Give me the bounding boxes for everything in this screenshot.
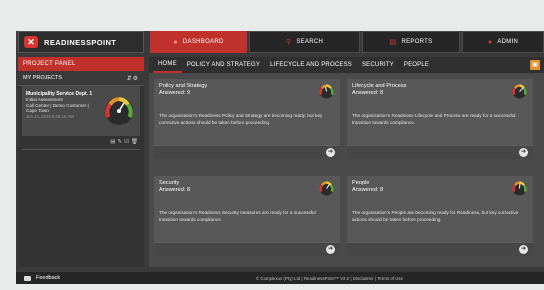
- card-description: The organisation's Readiness Policy and …: [159, 113, 323, 125]
- card-title: People: [352, 180, 370, 186]
- reports-icon: ▤: [389, 38, 397, 46]
- admin-icon: ●: [487, 38, 493, 46]
- flag-icon[interactable]: ▣: [530, 60, 540, 70]
- card-footer: ➜: [347, 145, 533, 159]
- gauge-icon: [512, 84, 527, 99]
- nav-reports-label: REPORTS: [401, 39, 433, 45]
- card-answered: Answered: 9: [159, 90, 191, 96]
- card-footer: ➜: [154, 145, 340, 159]
- dashboard-panel: HOME POLICY AND STRATEGY LIFECYCLE AND P…: [149, 57, 544, 267]
- card-title: Policy and Strategy: [159, 83, 208, 89]
- card-answered: Answered: 8: [352, 90, 384, 96]
- arrow-right-icon[interactable]: ➜: [519, 245, 528, 254]
- brand-name: READINESSPOINT: [44, 37, 117, 47]
- nav-admin-label: ADMIN: [497, 39, 519, 45]
- card-security: Security Answered: 8 The organisation's …: [154, 176, 340, 256]
- gauge-icon: [512, 181, 527, 196]
- feedback-icon[interactable]: [24, 275, 31, 281]
- card-description: The organisation's Readiness Security me…: [159, 210, 316, 222]
- card-answered: Answered: 8: [352, 187, 384, 193]
- card-answered: Answered: 8: [159, 187, 191, 193]
- tab-lifecycle-and-process[interactable]: LIFECYCLE AND PROCESS: [265, 57, 357, 73]
- card-people: People Answered: 8 The organisation's Pe…: [347, 176, 533, 256]
- project-tools: ⇵⚙: [127, 75, 139, 82]
- nav-reports-button[interactable]: ▤ REPORTS: [362, 31, 460, 53]
- card-footer: ➜: [347, 242, 533, 256]
- card-title: Lifecycle and Process: [352, 83, 407, 89]
- tab-people[interactable]: PEOPLE: [399, 57, 434, 73]
- arrow-right-icon[interactable]: ➜: [326, 245, 335, 254]
- nav-search-button[interactable]: ⚲ SEARCH: [249, 31, 360, 53]
- x-logo-icon: ✕: [24, 36, 38, 48]
- gauge-icon: [319, 84, 334, 99]
- tab-security[interactable]: SECURITY: [357, 57, 399, 73]
- arrow-right-icon[interactable]: ➜: [326, 148, 335, 157]
- footer: Feedback © Complexus (Pty) Ltd | Readine…: [16, 272, 544, 284]
- tab-home[interactable]: HOME: [153, 57, 182, 73]
- project-panel-header: PROJECT PANEL: [18, 57, 144, 71]
- project-panel: PROJECT PANEL MY PROJECTS ⇵⚙ Municipalit…: [18, 57, 144, 267]
- category-tabs: HOME POLICY AND STRATEGY LIFECYCLE AND P…: [149, 57, 544, 73]
- gauge-icon: [319, 181, 334, 196]
- tab-policy-and-strategy[interactable]: POLICY AND STRATEGY: [182, 57, 265, 73]
- settings-icon[interactable]: ⚙: [133, 76, 139, 82]
- card-description: The organisation's Readiness Lifecycle a…: [352, 113, 516, 125]
- app-window: ✕ READINESSPOINT ● DASHBOARD ⚲ SEARCH ▤ …: [16, 31, 544, 284]
- dashboard-icon: ●: [173, 38, 178, 46]
- nav-search-label: SEARCH: [296, 39, 324, 45]
- check-icon[interactable]: ☑: [124, 139, 129, 146]
- copyright-text: © Complexus (Pty) Ltd | ReadinessPoint™ …: [256, 275, 404, 281]
- search-icon: ⚲: [285, 38, 292, 46]
- card-footer: ➜: [154, 242, 340, 256]
- project-actions: ▤ ✎ ☑ 🗑: [22, 136, 140, 150]
- feedback-link[interactable]: Feedback: [36, 275, 60, 281]
- edit-icon[interactable]: ✎: [117, 139, 122, 146]
- brand[interactable]: ✕ READINESSPOINT: [18, 31, 144, 53]
- delete-icon[interactable]: 🗑: [131, 139, 138, 146]
- my-projects-label: MY PROJECTS: [23, 75, 63, 81]
- card-policy-and-strategy: Policy and Strategy Answered: 9 The orga…: [154, 79, 340, 159]
- project-gauge-icon: [105, 97, 133, 125]
- nav-admin-button[interactable]: ● ADMIN: [462, 31, 544, 53]
- my-projects-header: MY PROJECTS ⇵⚙: [18, 71, 144, 86]
- nav-dashboard-button[interactable]: ● DASHBOARD: [150, 31, 247, 53]
- card-lifecycle-and-process: Lifecycle and Process Answered: 8 The or…: [347, 79, 533, 159]
- top-nav: ✕ READINESSPOINT ● DASHBOARD ⚲ SEARCH ▤ …: [16, 31, 544, 53]
- card-description: The organisation's People are becoming r…: [352, 210, 519, 222]
- arrow-right-icon[interactable]: ➜: [519, 148, 528, 157]
- card-title: Security: [159, 180, 180, 186]
- report-icon[interactable]: ▤: [110, 139, 115, 146]
- project-card[interactable]: Municipality Service Dept. 1 Initial Ass…: [22, 86, 140, 136]
- nav-dashboard-label: DASHBOARD: [182, 39, 224, 45]
